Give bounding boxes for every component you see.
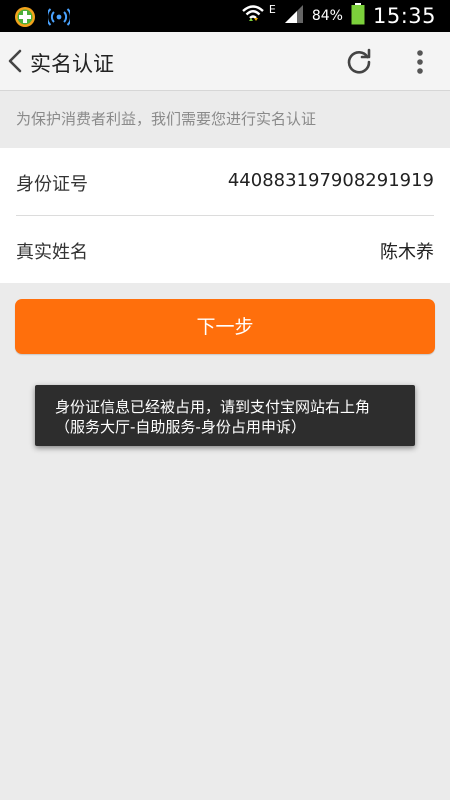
back-chevron-icon[interactable] [6, 49, 26, 73]
id-number-label: 身份证号 [16, 174, 88, 195]
real-name-value[interactable]: 陈木养 [380, 238, 434, 264]
verification-notice: 为保护消费者利益，我们需要您进行实名认证 [16, 110, 317, 128]
next-step-button[interactable]: 下一步 [15, 299, 435, 354]
refresh-icon[interactable] [343, 46, 375, 78]
overflow-menu-icon[interactable] [410, 46, 430, 78]
status-bar: E 84% 15:35 [0, 0, 450, 32]
wifi-icon [241, 3, 265, 29]
real-name-row[interactable]: 真实姓名 陈木养 [16, 216, 434, 283]
app-bar: 实名认证 [0, 32, 450, 91]
error-toast: 身份证信息已经被占用，请到支付宝网站右上角（服务大厅-自助服务-身份占用申诉） [35, 385, 415, 446]
identity-form: 身份证号 440883197908291919 真实姓名 陈木养 [0, 148, 450, 283]
network-type: E [268, 2, 276, 16]
id-number-row[interactable]: 身份证号 440883197908291919 [16, 148, 434, 216]
page-title: 实名认证 [30, 52, 114, 76]
battery-percent: 84% [311, 8, 343, 24]
id-number-value[interactable]: 440883197908291919 [228, 170, 434, 191]
clock: 15:35 [372, 4, 436, 28]
cell-signal-icon [284, 4, 304, 28]
battery-icon [351, 3, 365, 29]
real-name-label: 真实姓名 [16, 242, 88, 263]
app-plus-icon [14, 6, 36, 32]
wifi-signal-app-icon [46, 7, 72, 31]
